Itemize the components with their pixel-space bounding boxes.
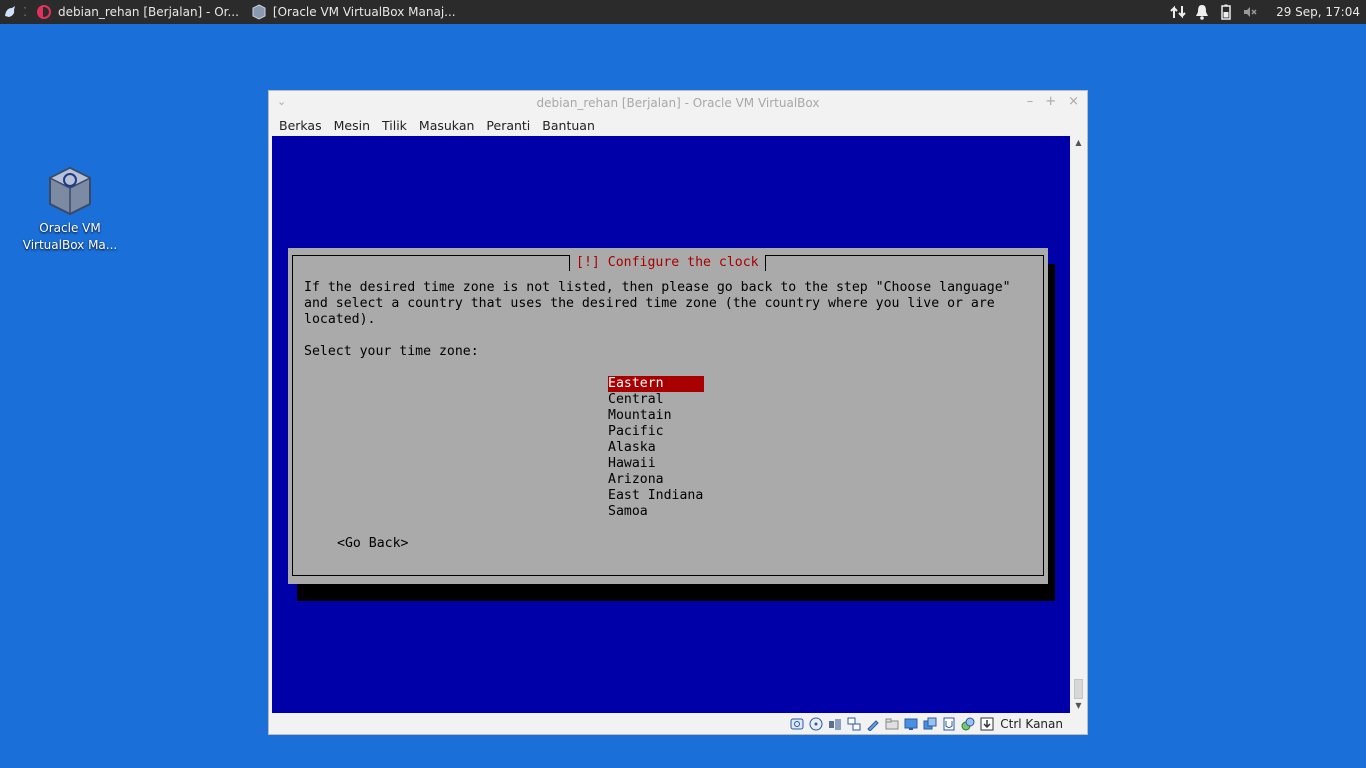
desktop-icon-virtualbox[interactable]: Oracle VM VirtualBox Ma... <box>20 166 120 254</box>
notification-bell-icon[interactable] <box>1192 0 1212 24</box>
window-menu-icon[interactable]: ⌄ <box>277 95 286 108</box>
timezone-option-hawaii[interactable]: Hawaii <box>608 456 704 472</box>
desktop-icon-label: Oracle VM VirtualBox Ma... <box>22 221 118 252</box>
menu-masukan[interactable]: Masukan <box>413 118 480 133</box>
window-title: debian_rehan [Berjalan] - Oracle VM Virt… <box>536 96 820 110</box>
vm-display[interactable]: [!] Configure the clock If the desired t… <box>272 136 1070 713</box>
network-adapter-icon[interactable] <box>846 716 862 732</box>
keyboard-capture-icon[interactable] <box>941 716 957 732</box>
menu-peranti[interactable]: Peranti <box>480 118 536 133</box>
minimize-icon[interactable]: – <box>1027 94 1034 109</box>
virtualbox-icon <box>251 4 267 20</box>
timezone-option-alaska[interactable]: Alaska <box>608 440 704 456</box>
close-icon[interactable]: × <box>1068 94 1079 109</box>
task-label: [Oracle VM VirtualBox Manaj... <box>272 5 456 19</box>
timezone-option-central[interactable]: Central <box>608 392 704 408</box>
menu-tilik[interactable]: Tilik <box>376 118 413 133</box>
vm-window: ⌄ debian_rehan [Berjalan] - Oracle VM Vi… <box>268 90 1088 735</box>
virtualbox-logo-icon <box>46 166 94 216</box>
menu-bantuan[interactable]: Bantuan <box>536 118 601 133</box>
menu-mesin[interactable]: Mesin <box>328 118 376 133</box>
scroll-up-icon[interactable]: ▲ <box>1071 136 1086 150</box>
installer-dialog: [!] Configure the clock If the desired t… <box>288 248 1048 584</box>
vm-statusbar: Ctrl Kanan <box>269 714 1087 734</box>
dialog-title: [!] Configure the clock <box>569 255 766 271</box>
timezone-option-arizona[interactable]: Arizona <box>608 472 704 488</box>
timezone-option-mountain[interactable]: Mountain <box>608 408 704 424</box>
dialog-description: If the desired time zone is not listed, … <box>304 280 1011 327</box>
hard-disk-icon[interactable] <box>789 716 805 732</box>
timezone-option-pacific[interactable]: Pacific <box>608 424 704 440</box>
task-vm-window[interactable]: debian_rehan [Berjalan] - Or... <box>30 0 245 24</box>
whisker-menu-icon[interactable] <box>0 0 20 24</box>
optical-drive-icon[interactable] <box>808 716 824 732</box>
window-titlebar[interactable]: ⌄ debian_rehan [Berjalan] - Oracle VM Vi… <box>269 91 1087 115</box>
host-key-icon[interactable] <box>979 716 995 732</box>
usb-icon[interactable] <box>865 716 881 732</box>
timezone-option-east-indiana[interactable]: East Indiana <box>608 488 704 504</box>
scroll-down-icon[interactable]: ▼ <box>1071 699 1086 713</box>
timezone-list: Eastern Central Mountain Pacific Alaska … <box>608 376 704 520</box>
vertical-scrollbar[interactable]: ▲ ▼ <box>1071 136 1086 713</box>
display-icon[interactable] <box>903 716 919 732</box>
go-back-button[interactable]: <Go Back> <box>337 536 408 552</box>
task-virtualbox-manager[interactable]: [Oracle VM VirtualBox Manaj... <box>245 0 462 24</box>
timezone-option-eastern[interactable]: Eastern <box>608 376 704 392</box>
task-label: debian_rehan [Berjalan] - Or... <box>58 5 239 19</box>
virtualbox-vm-icon <box>36 4 52 20</box>
window-menubar: Berkas Mesin Tilik Masukan Peranti Bantu… <box>269 115 1087 135</box>
host-key-label: Ctrl Kanan <box>1000 717 1063 731</box>
scrollbar-thumb[interactable] <box>1074 679 1083 699</box>
menu-berkas[interactable]: Berkas <box>273 118 328 133</box>
battery-icon[interactable] <box>1216 0 1236 24</box>
clock[interactable]: 29 Sep, 17:04 <box>1276 5 1360 19</box>
volume-muted-icon[interactable] <box>1240 0 1260 24</box>
shared-folder-icon[interactable] <box>884 716 900 732</box>
audio-icon[interactable] <box>827 716 843 732</box>
timezone-option-samoa[interactable]: Samoa <box>608 504 704 520</box>
timezone-prompt: Select your time zone: <box>304 344 479 359</box>
video-capture-icon[interactable] <box>922 716 938 732</box>
network-icon[interactable] <box>1168 0 1188 24</box>
mouse-integration-icon[interactable] <box>960 716 976 732</box>
system-tray: 29 Sep, 17:04 <box>1166 0 1366 24</box>
maximize-icon[interactable]: + <box>1045 94 1056 109</box>
top-panel: ⁚ debian_rehan [Berjalan] - Or... [Oracl… <box>0 0 1366 24</box>
panel-separator: ⁚ <box>23 5 27 19</box>
